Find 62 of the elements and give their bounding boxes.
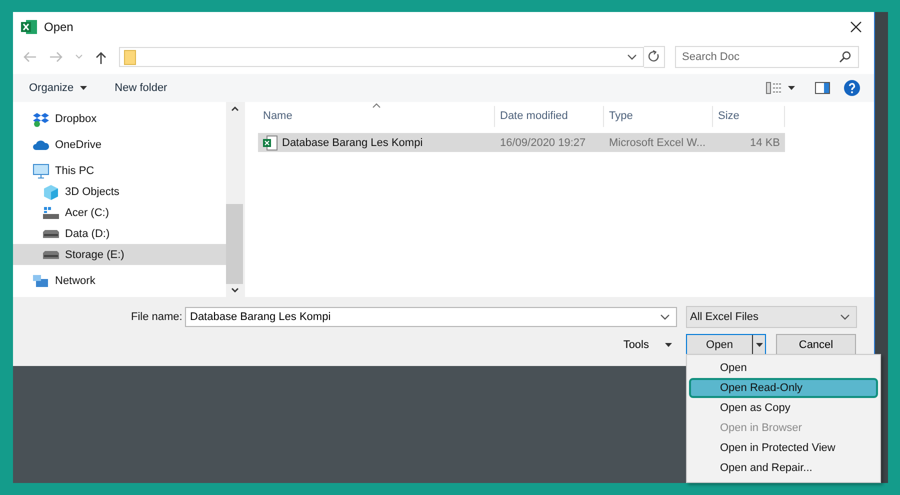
- chevron-down-icon: [840, 314, 850, 320]
- sidebar-item[interactable]: This PC: [13, 160, 226, 181]
- open-button[interactable]: Open: [686, 334, 766, 356]
- spreadsheet-file-icon: [262, 134, 278, 150]
- cancel-button[interactable]: Cancel: [776, 334, 856, 356]
- refresh-icon[interactable]: [644, 46, 665, 68]
- menu-item[interactable]: Open as Copy: [689, 398, 878, 418]
- column-header[interactable]: Name: [258, 106, 495, 127]
- drive-icon: [43, 204, 59, 220]
- sidebar-item[interactable]: Acer (C:): [13, 202, 226, 223]
- drive-icon: [43, 230, 59, 238]
- file-row[interactable]: Database Barang Les Kompi 16/09/2020 19:27 Microsoft Excel W... 14 KB: [258, 133, 785, 152]
- monitor-icon: [33, 162, 49, 178]
- sidebar-item[interactable]: 3D Objects: [13, 181, 226, 202]
- new-folder-button[interactable]: New folder: [106, 78, 176, 98]
- file-type: Microsoft Excel W...: [608, 136, 707, 148]
- chevron-down-icon[interactable]: [627, 54, 637, 60]
- drive-icon: [43, 250, 59, 258]
- sidebar-item[interactable]: Dropbox: [13, 108, 226, 129]
- menu-item[interactable]: Open Read-Only: [689, 378, 878, 398]
- box-stack-icon: [33, 110, 49, 126]
- menu-item[interactable]: Open in Protected View: [689, 438, 878, 458]
- file-name: Database Barang Les Kompi: [282, 136, 423, 148]
- file-type-dropdown[interactable]: All Excel Files: [686, 306, 857, 328]
- file-size: 14 KB: [749, 136, 781, 148]
- file-date: 16/09/2020 19:27: [499, 136, 587, 148]
- scroll-thumb[interactable]: [226, 204, 243, 284]
- network-icon: [33, 272, 49, 288]
- sidebar-item[interactable]: Network: [13, 270, 226, 291]
- caret-icon: [665, 343, 672, 347]
- caret-icon[interactable]: [788, 86, 795, 90]
- file-name-field[interactable]: Database Barang Les Kompi: [185, 307, 677, 327]
- sort-caret-icon: [372, 103, 381, 108]
- scrollbar[interactable]: [226, 102, 243, 297]
- column-header[interactable]: Size: [713, 106, 785, 127]
- window-title: Open: [44, 20, 74, 34]
- search-icon: [839, 51, 851, 63]
- sidebar-item[interactable]: Data (D:): [13, 223, 226, 244]
- sidebar-item[interactable]: OneDrive: [13, 134, 226, 155]
- column-header[interactable]: Date modified: [495, 106, 604, 127]
- chevron-down-icon[interactable]: [230, 288, 238, 293]
- caret-icon[interactable]: [756, 343, 762, 347]
- caret-icon: [80, 86, 87, 90]
- menu-item[interactable]: Open and Repair...: [689, 458, 878, 478]
- tools-button[interactable]: Tools: [623, 339, 672, 351]
- cube-icon: [43, 184, 59, 200]
- address-field[interactable]: [119, 47, 644, 67]
- spreadsheet-icon: [21, 19, 37, 35]
- close-icon[interactable]: [850, 21, 862, 33]
- menu-item[interactable]: Open: [689, 358, 878, 378]
- chevron-down-icon[interactable]: [660, 314, 670, 321]
- view-options-icon[interactable]: [766, 82, 782, 94]
- search-field[interactable]: Search Doc: [675, 46, 859, 68]
- column-header[interactable]: Type: [604, 106, 713, 127]
- up-arrow-icon[interactable]: [95, 50, 107, 64]
- organize-button[interactable]: Organize: [21, 78, 95, 98]
- help-icon[interactable]: [844, 80, 860, 96]
- field-label: File name:: [131, 311, 184, 323]
- preview-pane-icon[interactable]: [815, 82, 830, 94]
- chevron-up-icon[interactable]: [230, 106, 238, 111]
- sidebar-item[interactable]: Storage (E:): [13, 244, 226, 265]
- folder-icon: [124, 50, 136, 64]
